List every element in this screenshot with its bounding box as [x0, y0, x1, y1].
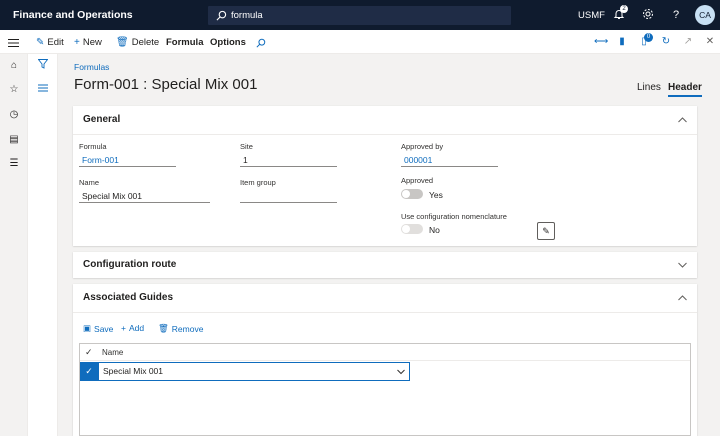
pencil-icon: ✎ — [542, 226, 550, 236]
use-config-label: Use configuration nomenclature — [401, 212, 507, 221]
guides-toolbar: ▣ Save + Add 🗑 Remove — [83, 323, 383, 335]
open-new-window-icon[interactable]: ↗ — [682, 36, 694, 48]
avatar[interactable]: CA — [695, 5, 715, 25]
app-title[interactable]: Finance and Operations — [13, 9, 133, 21]
gear-icon[interactable] — [641, 8, 655, 22]
plus-icon: + — [121, 323, 126, 333]
help-icon[interactable]: ? — [669, 8, 683, 22]
associated-guides-header[interactable]: Associated Guides — [83, 292, 173, 303]
navigation-pane: ⌂ ☆ ◷ ▤ ☰ — [0, 54, 28, 436]
refresh-icon[interactable]: ↻ — [660, 36, 672, 48]
chevron-down-icon[interactable] — [677, 260, 687, 270]
table-row[interactable]: ✓ Special Mix 001 — [80, 362, 410, 381]
search-icon — [216, 10, 227, 21]
edit-icon: ✎ — [36, 37, 45, 48]
approved-by-field[interactable]: 000001 — [401, 154, 498, 167]
action-search-icon[interactable] — [256, 36, 266, 49]
select-all-checkmark-icon[interactable]: ✓ — [85, 347, 93, 358]
home-icon[interactable]: ⌂ — [8, 60, 20, 72]
remove-button[interactable]: 🗑 Remove — [158, 323, 203, 334]
configuration-route-header[interactable]: Configuration route — [83, 259, 176, 270]
item-group-field[interactable] — [240, 190, 337, 203]
list-view-icon[interactable] — [37, 84, 49, 96]
site-label: Site — [240, 142, 253, 151]
star-icon[interactable]: ☆ — [8, 84, 20, 96]
general-fasttab: General Formula Form-001 Name Special Mi… — [73, 106, 697, 246]
trash-icon: 🗑 — [116, 37, 129, 48]
filter-pane — [28, 54, 58, 436]
configuration-route-fasttab: Configuration route — [73, 252, 697, 278]
edit-button[interactable]: ✎ Edit — [36, 36, 64, 49]
formula-tab[interactable]: Formula — [166, 36, 203, 49]
grid-header: ✓ Name — [80, 344, 690, 361]
divider — [73, 312, 697, 313]
page-title: Form-001 : Special Mix 001 — [74, 76, 258, 93]
top-navigation-bar: Finance and Operations formula USMF 2 ? … — [0, 0, 720, 30]
add-button[interactable]: + Add — [121, 323, 144, 333]
hamburger-icon[interactable] — [8, 36, 19, 49]
approved-by-label: Approved by — [401, 142, 444, 151]
waffle-icon[interactable] — [0, 0, 8, 30]
chevron-up-icon[interactable] — [677, 115, 687, 125]
use-config-toggle[interactable] — [401, 224, 423, 234]
chevron-down-icon[interactable] — [397, 363, 405, 386]
office-icon[interactable]: ▮ — [616, 36, 628, 48]
approved-value: Yes — [429, 190, 443, 200]
tab-header[interactable]: Header — [668, 82, 702, 97]
edit-nomenclature-button[interactable]: ✎ — [537, 222, 555, 240]
formula-label: Formula — [79, 142, 107, 151]
filter-icon[interactable] — [37, 59, 49, 71]
associated-guides-fasttab: Associated Guides ▣ Save + Add 🗑 Remove ✓ N… — [73, 284, 697, 436]
site-field[interactable]: 1 — [240, 154, 337, 167]
divider — [73, 134, 697, 135]
search-input[interactable]: formula — [231, 10, 263, 21]
tab-lines[interactable]: Lines — [637, 82, 661, 93]
close-icon[interactable]: ✕ — [704, 36, 716, 48]
workspace-icon[interactable]: ▤ — [8, 134, 20, 146]
delete-button[interactable]: 🗑 Delete — [116, 36, 159, 49]
save-icon: ▣ — [83, 323, 92, 333]
search-box[interactable]: formula — [208, 6, 511, 25]
company-selector[interactable]: USMF — [578, 10, 605, 21]
link-icon[interactable]: ⟷ — [594, 36, 608, 48]
notification-badge: 2 — [620, 5, 628, 13]
trash-icon: 🗑 — [158, 323, 169, 333]
attachment-count-badge: 0 — [644, 33, 653, 42]
formula-field[interactable]: Form-001 — [79, 154, 176, 167]
use-config-value: No — [429, 225, 440, 235]
action-pane: ✎ Edit + New 🗑 Delete Formula Options ⟷ ▮ ▯… — [0, 30, 720, 54]
chevron-up-icon[interactable] — [677, 293, 687, 303]
general-header[interactable]: General — [83, 114, 120, 125]
approved-label: Approved — [401, 176, 434, 185]
clock-icon[interactable]: ◷ — [8, 109, 20, 121]
column-header-name[interactable]: Name — [102, 348, 123, 357]
name-label: Name — [79, 178, 100, 187]
list-icon[interactable]: ☰ — [8, 158, 20, 170]
new-button[interactable]: + New — [74, 36, 102, 49]
main-content: Formulas Form-001 : Special Mix 001 Line… — [58, 54, 720, 436]
breadcrumb[interactable]: Formulas — [74, 62, 109, 72]
approved-toggle[interactable] — [401, 189, 423, 199]
name-field[interactable]: Special Mix 001 — [79, 190, 210, 203]
options-tab[interactable]: Options — [210, 36, 246, 49]
plus-icon: + — [74, 37, 80, 48]
checkmark-icon[interactable]: ✓ — [80, 362, 98, 381]
save-button[interactable]: ▣ Save — [83, 323, 113, 334]
name-cell-select[interactable]: Special Mix 001 — [98, 362, 410, 381]
guides-grid: ✓ Name ✓ Special Mix 001 — [79, 343, 691, 436]
item-group-label: Item group — [240, 178, 276, 187]
